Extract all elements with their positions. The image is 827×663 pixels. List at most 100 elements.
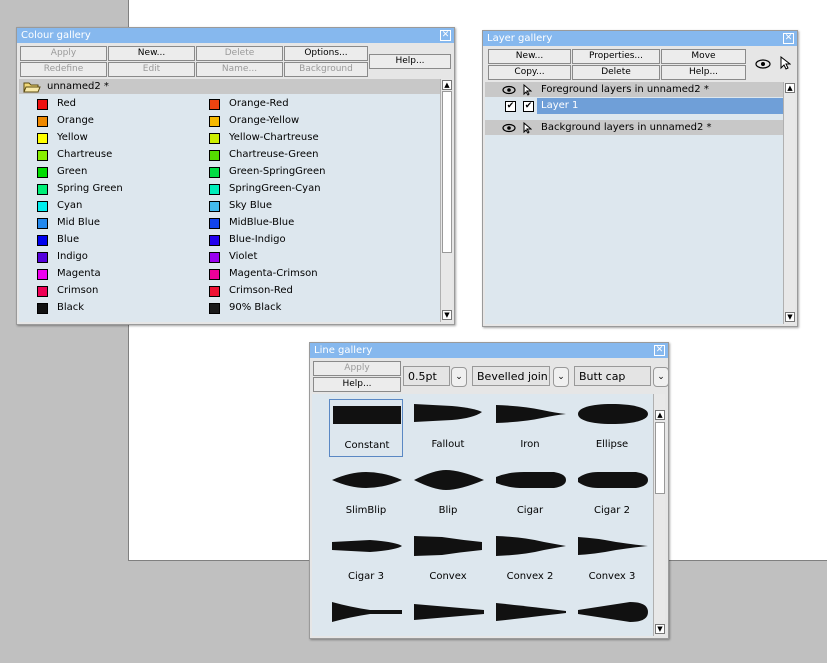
colour-item[interactable]: 90% Black — [209, 300, 379, 316]
line-style-tile[interactable]: Cigar 2 — [575, 465, 649, 523]
options-button[interactable]: Options... — [284, 46, 368, 61]
line-gallery-titlebar[interactable]: Line gallery ✕ — [310, 343, 668, 358]
colour-item[interactable]: Sky Blue — [209, 198, 379, 214]
colour-item[interactable]: Orange-Yellow — [209, 113, 379, 129]
colour-item[interactable]: Violet — [209, 249, 379, 265]
chevron-down-icon[interactable]: ⌄ — [451, 367, 467, 387]
line-style-tile[interactable]: Blip — [411, 465, 485, 523]
colour-item[interactable]: Yellow-Chartreuse — [209, 130, 379, 146]
scroll-up-icon[interactable]: ▲ — [655, 410, 665, 420]
join-type-select[interactable]: Bevelled join — [472, 366, 550, 386]
scroll-down-icon[interactable]: ▼ — [785, 312, 795, 322]
new-layer-button[interactable]: New... — [488, 49, 571, 64]
colour-item[interactable]: MidBlue-Blue — [209, 215, 379, 231]
line-style-tile[interactable]: Convex 3 — [575, 531, 649, 589]
edit-button[interactable]: Edit — [108, 62, 195, 77]
colour-item[interactable]: Spring Green — [37, 181, 207, 197]
copy-button[interactable]: Copy... — [488, 65, 571, 80]
colour-item[interactable]: Black — [37, 300, 207, 316]
colour-item[interactable]: Green-SpringGreen — [209, 164, 379, 180]
scroll-up-icon[interactable]: ▲ — [442, 80, 452, 90]
layer-visible-checkbox[interactable]: ✔ — [505, 101, 516, 112]
layer-row[interactable]: ✔ ✔ Layer 1 — [485, 98, 783, 114]
line-style-tile[interactable]: Cigar — [493, 465, 567, 523]
line-style-list[interactable]: Constant Fallout Iron Ellipse SlimBlip Blip Ci… — [312, 394, 653, 636]
colour-item[interactable]: Orange-Red — [209, 96, 379, 112]
line-style-tile[interactable]: Ellipse — [575, 399, 649, 457]
colour-item[interactable]: Chartreuse-Green — [209, 147, 379, 163]
colour-item[interactable]: Blue — [37, 232, 207, 248]
eye-icon[interactable] — [755, 58, 771, 70]
line-scrollbar[interactable]: ▲ ▼ — [653, 394, 665, 636]
scroll-down-icon[interactable]: ▼ — [442, 310, 452, 320]
colour-item[interactable]: Chartreuse — [37, 147, 207, 163]
chevron-down-icon[interactable]: ⌄ — [553, 367, 569, 387]
line-style-tile[interactable] — [575, 597, 649, 636]
scroll-down-icon[interactable]: ▼ — [655, 624, 665, 634]
layer-gallery-titlebar[interactable]: Layer gallery ✕ — [483, 31, 797, 46]
help-button[interactable]: Help... — [369, 54, 451, 69]
colour-name: Chartreuse-Green — [229, 149, 319, 160]
line-style-tile[interactable]: Constant — [329, 399, 403, 457]
line-style-tile[interactable]: SlimBlip — [329, 465, 403, 523]
scroll-thumb[interactable] — [655, 422, 665, 494]
line-style-tile[interactable]: Iron — [493, 399, 567, 457]
scroll-up-icon[interactable]: ▲ — [785, 83, 795, 93]
colour-item[interactable]: Green — [37, 164, 207, 180]
line-style-preview — [578, 537, 648, 555]
colour-item[interactable]: Orange — [37, 113, 207, 129]
colour-item[interactable]: Yellow — [37, 130, 207, 146]
pointer-icon[interactable] — [779, 56, 791, 70]
colour-name: Magenta-Crimson — [229, 268, 318, 279]
layer-editable-checkbox[interactable]: ✔ — [523, 101, 534, 112]
line-style-tile[interactable]: Fallout — [411, 399, 485, 457]
properties-button[interactable]: Properties... — [572, 49, 660, 64]
cap-type-select[interactable]: Butt cap — [574, 366, 651, 386]
help-button[interactable]: Help... — [313, 377, 401, 392]
colour-item[interactable]: Red — [37, 96, 207, 112]
help-button[interactable]: Help... — [661, 65, 746, 80]
colour-item[interactable]: Cyan — [37, 198, 207, 214]
background-layers-header[interactable]: Background layers in unnamed2 * — [485, 120, 783, 135]
colour-item[interactable]: Magenta — [37, 266, 207, 282]
name-button[interactable]: Name... — [196, 62, 283, 77]
colour-list[interactable]: unnamed2 * Red Orange Yellow Chartreuse Gree… — [19, 79, 440, 322]
layer-list[interactable]: Foreground layers in unnamed2 * ✔ ✔ Laye… — [485, 82, 783, 324]
colour-item[interactable]: Crimson-Red — [209, 283, 379, 299]
move-button[interactable]: Move — [661, 49, 746, 64]
redefine-button[interactable]: Redefine — [20, 62, 107, 77]
line-style-tile[interactable] — [329, 597, 403, 636]
foreground-layers-header[interactable]: Foreground layers in unnamed2 * — [485, 82, 783, 97]
colour-item[interactable]: Indigo — [37, 249, 207, 265]
delete-layer-button[interactable]: Delete — [572, 65, 660, 80]
scroll-thumb[interactable] — [442, 91, 452, 253]
colour-item[interactable]: Mid Blue — [37, 215, 207, 231]
colour-item[interactable]: Magenta-Crimson — [209, 266, 379, 282]
apply-button[interactable]: Apply — [313, 361, 401, 376]
delete-button[interactable]: Delete — [196, 46, 283, 61]
colour-item[interactable]: Crimson — [37, 283, 207, 299]
new-colour-button[interactable]: New... — [108, 46, 195, 61]
colour-item[interactable]: Blue-Indigo — [209, 232, 379, 248]
colour-gallery-titlebar[interactable]: Colour gallery ✕ — [17, 28, 454, 43]
line-style-tile[interactable] — [493, 597, 567, 636]
line-style-tile[interactable] — [411, 597, 485, 636]
colour-scrollbar[interactable]: ▲ ▼ — [440, 79, 452, 322]
line-style-tile[interactable]: Convex — [411, 531, 485, 589]
line-style-tile[interactable]: Convex 2 — [493, 531, 567, 589]
layer-name-selected[interactable]: Layer 1 — [537, 98, 783, 114]
line-style-tile[interactable]: Cigar 3 — [329, 531, 403, 589]
folder-name: unnamed2 * — [47, 81, 109, 92]
colour-item[interactable]: SpringGreen-Cyan — [209, 181, 379, 197]
chevron-down-icon[interactable]: ⌄ — [653, 367, 669, 387]
line-width-select[interactable]: 0.5pt — [403, 366, 450, 386]
layer-scrollbar[interactable]: ▲ ▼ — [783, 82, 795, 324]
colour-name: Black — [57, 302, 85, 313]
folder-row[interactable]: unnamed2 * — [19, 79, 440, 94]
close-icon[interactable]: ✕ — [783, 33, 794, 44]
line-style-name: Convex 3 — [588, 571, 636, 582]
apply-button[interactable]: Apply — [20, 46, 107, 61]
background-button[interactable]: Background — [284, 62, 368, 77]
close-icon[interactable]: ✕ — [440, 30, 451, 41]
close-icon[interactable]: ✕ — [654, 345, 665, 356]
